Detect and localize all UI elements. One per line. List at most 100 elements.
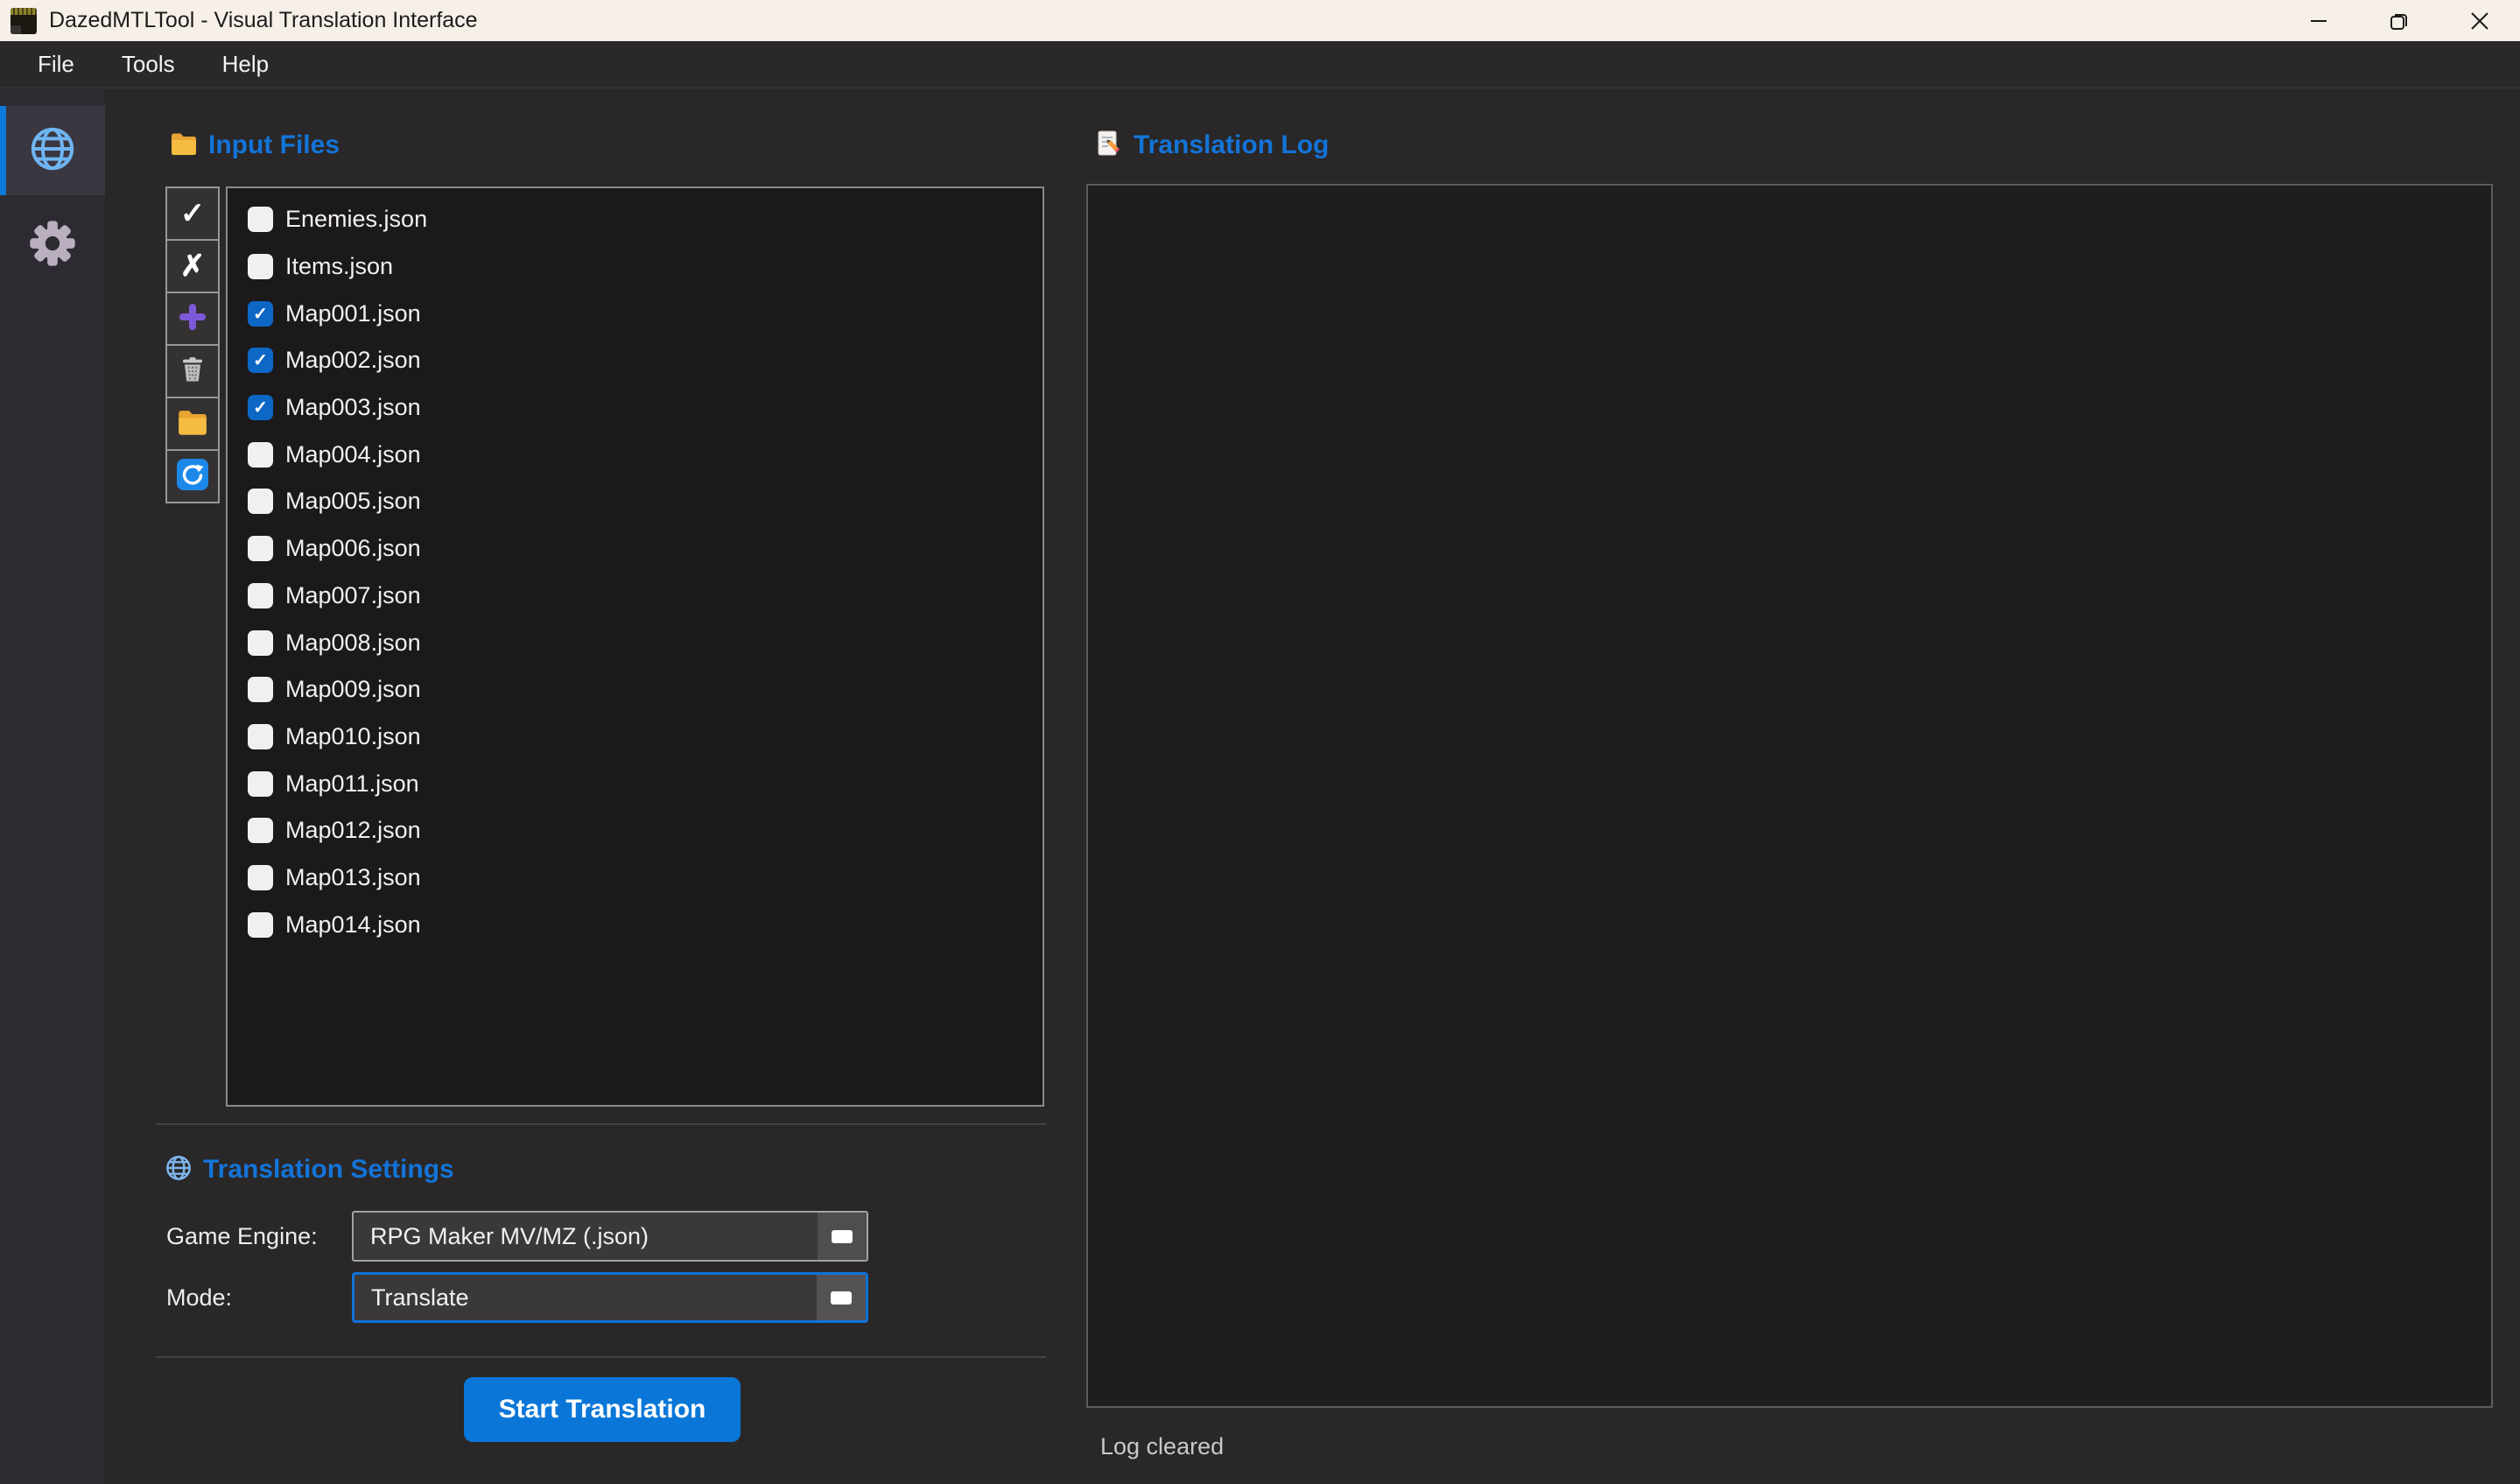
file-name: Map009.json	[285, 676, 421, 703]
menu-bar: File Tools Help	[0, 41, 2520, 88]
menu-help[interactable]: Help	[206, 46, 285, 83]
file-name: Map007.json	[285, 582, 421, 609]
file-list-item[interactable]: Map014.json	[228, 901, 1042, 948]
file-list-item[interactable]: Map009.json	[228, 666, 1042, 714]
file-list-item[interactable]: Map006.json	[228, 525, 1042, 573]
translation-settings-header: Translation Settings	[165, 1150, 454, 1189]
close-button[interactable]	[2439, 0, 2520, 41]
menu-tools[interactable]: Tools	[105, 46, 192, 83]
file-list-item[interactable]: ✓ Map001.json	[228, 290, 1042, 337]
file-checkbox[interactable]	[248, 489, 273, 514]
file-list-item[interactable]: Enemies.json	[228, 196, 1042, 243]
dropdown-arrow-icon	[831, 1291, 852, 1305]
input-files-title: Input Files	[208, 130, 340, 160]
file-list-item[interactable]: Map005.json	[228, 478, 1042, 525]
file-name: Map010.json	[285, 723, 421, 750]
file-name: Map013.json	[285, 864, 421, 891]
log-status-text: Log cleared	[1100, 1433, 1224, 1460]
file-list-item[interactable]: ✓ Map002.json	[228, 337, 1042, 384]
translation-log-title: Translation Log	[1134, 130, 1329, 160]
x-icon: ✗	[180, 251, 206, 281]
separator	[156, 1356, 1046, 1358]
file-checkbox[interactable]: ✓	[248, 301, 273, 327]
minimize-icon	[2309, 11, 2328, 31]
close-icon	[2469, 11, 2490, 32]
file-list-item[interactable]: Items.json	[228, 243, 1042, 291]
file-list-item[interactable]: Map013.json	[228, 855, 1042, 902]
maximize-button[interactable]	[2359, 0, 2439, 41]
game-engine-dropdown[interactable]: RPG Maker MV/MZ (.json)	[352, 1211, 868, 1262]
file-checkbox[interactable]	[248, 254, 273, 279]
globe-icon	[28, 124, 77, 178]
translation-log-panel[interactable]	[1086, 184, 2493, 1408]
folder-icon	[170, 130, 198, 162]
file-checkbox[interactable]	[248, 865, 273, 890]
file-name: Map005.json	[285, 488, 421, 515]
gear-icon	[28, 219, 77, 272]
memo-icon	[1095, 130, 1123, 162]
mode-dropdown[interactable]: Translate	[352, 1272, 868, 1323]
file-list-item[interactable]: Map010.json	[228, 714, 1042, 761]
refresh-button[interactable]	[165, 449, 220, 503]
sidebar-tab-translate[interactable]	[0, 106, 105, 195]
main-content: Input Files ✓ ✗	[105, 89, 2520, 1484]
mode-label: Mode:	[166, 1284, 232, 1312]
file-checkbox[interactable]: ✓	[248, 395, 273, 420]
file-checkbox[interactable]	[248, 583, 273, 608]
file-name: Map012.json	[285, 817, 421, 844]
minimize-button[interactable]	[2278, 0, 2359, 41]
file-checkbox[interactable]	[248, 677, 273, 702]
separator	[156, 1123, 1046, 1125]
remove-files-button[interactable]	[165, 344, 220, 398]
game-engine-label: Game Engine:	[166, 1223, 318, 1250]
folder-icon	[177, 406, 208, 442]
window-controls	[2278, 0, 2520, 41]
file-toolbar: ✓ ✗	[165, 186, 220, 503]
file-checkbox[interactable]: ✓	[248, 348, 273, 373]
file-name: Map004.json	[285, 441, 421, 468]
add-files-button[interactable]	[165, 292, 220, 346]
mode-value: Translate	[354, 1284, 817, 1312]
file-checkbox[interactable]	[248, 912, 273, 938]
maximize-restore-icon	[2389, 11, 2410, 32]
file-checkbox[interactable]	[248, 818, 273, 843]
game-engine-value: RPG Maker MV/MZ (.json)	[354, 1223, 818, 1250]
file-checkbox[interactable]	[248, 207, 273, 232]
file-checkbox[interactable]	[248, 536, 273, 561]
plus-icon	[177, 301, 208, 337]
globe-icon	[165, 1154, 193, 1186]
select-all-button[interactable]: ✓	[165, 186, 220, 241]
dropdown-button[interactable]	[818, 1213, 867, 1260]
file-name: Enemies.json	[285, 206, 427, 233]
menu-file[interactable]: File	[21, 46, 91, 83]
file-checkbox[interactable]	[248, 442, 273, 468]
deselect-all-button[interactable]: ✗	[165, 239, 220, 293]
file-list-item[interactable]: Map008.json	[228, 619, 1042, 666]
titlebar: DazedMTLTool - Visual Translation Interf…	[0, 0, 2520, 41]
translation-log-header: Translation Log	[1095, 126, 1329, 165]
translation-settings-title: Translation Settings	[203, 1155, 454, 1185]
file-checkbox[interactable]	[248, 630, 273, 656]
file-list-item[interactable]: ✓ Map003.json	[228, 384, 1042, 432]
file-name: Map011.json	[285, 770, 419, 798]
start-translation-button[interactable]: Start Translation	[464, 1377, 741, 1442]
trash-icon	[178, 355, 207, 389]
dropdown-arrow-icon	[832, 1230, 853, 1243]
file-list-item[interactable]: Map011.json	[228, 760, 1042, 807]
sidebar-tab-settings[interactable]	[0, 200, 105, 290]
open-folder-button[interactable]	[165, 397, 220, 451]
input-files-header: Input Files	[170, 126, 340, 165]
file-checkbox[interactable]	[248, 724, 273, 749]
dropdown-button[interactable]	[817, 1275, 866, 1320]
file-checkbox[interactable]	[248, 771, 273, 797]
app-icon	[11, 8, 37, 34]
sidebar	[0, 89, 105, 1484]
file-list-item[interactable]: Map007.json	[228, 573, 1042, 620]
file-name: Map014.json	[285, 911, 421, 939]
file-list-item[interactable]: Map004.json	[228, 431, 1042, 478]
file-name: Map006.json	[285, 535, 421, 562]
refresh-icon	[175, 457, 210, 496]
file-list: Enemies.json Items.json ✓ Map001.json ✓ …	[226, 186, 1044, 1107]
file-list-item[interactable]: Map012.json	[228, 807, 1042, 855]
file-name: Map001.json	[285, 300, 421, 327]
